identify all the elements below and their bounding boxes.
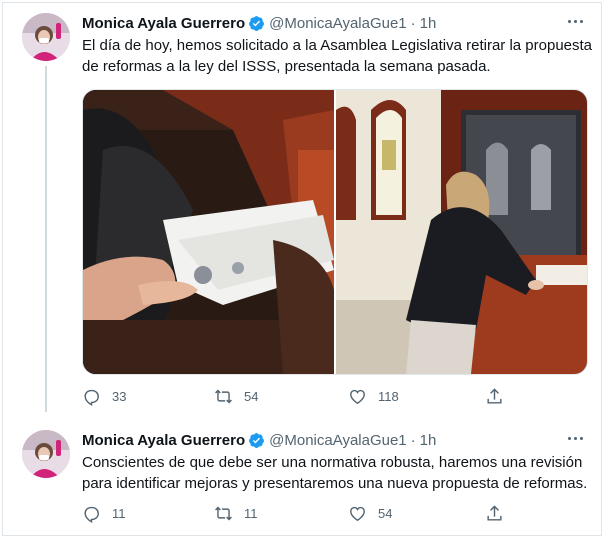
author-name[interactable]: Monica Ayala Guerrero [82,432,245,449]
like-button[interactable]: 118 [348,387,399,406]
like-button[interactable]: 54 [348,504,392,523]
more-options-icon[interactable] [564,429,586,447]
like-count: 54 [378,506,393,521]
tweet-header: Monica Ayala Guerrero @MonicaAyalaGue1 ·… [82,429,436,451]
tweet-media[interactable] [82,89,588,375]
tweet[interactable]: Monica Ayala Guerrero @MonicaAyalaGue1 ·… [0,0,604,420]
thread-line [45,66,47,412]
share-button[interactable] [485,504,515,523]
like-count: 118 [378,389,399,404]
avatar[interactable] [22,430,70,478]
media-photo-window[interactable] [336,90,587,374]
more-options-icon[interactable] [564,12,586,30]
share-icon [487,388,502,404]
retweet-icon [215,389,232,404]
tweet-text: Conscientes de que debe ser una normativ… [82,454,588,492]
author-handle[interactable]: @MonicaAyalaGue1 [269,15,407,32]
separator-dot: · [410,431,416,449]
tweet-actions: 33 54 118 [82,387,512,409]
reply-button[interactable]: 11 [82,504,126,523]
retweet-count: 54 [244,389,259,404]
tweet[interactable]: Monica Ayala Guerrero @MonicaAyalaGue1 ·… [0,420,604,538]
share-button[interactable] [485,387,515,406]
heart-icon [350,389,365,405]
retweet-icon [215,506,232,521]
author-name[interactable]: Monica Ayala Guerrero [82,15,245,32]
tweet-header: Monica Ayala Guerrero @MonicaAyalaGue1 ·… [82,12,436,34]
avatar[interactable] [22,13,70,61]
tweet-actions: 11 11 54 [82,504,512,526]
reply-icon [84,389,99,406]
reply-count: 33 [112,389,127,404]
retweet-button[interactable]: 11 [214,504,258,523]
timestamp[interactable]: 1h [420,432,437,449]
retweet-count: 11 [244,506,258,521]
media-photo-documents[interactable] [83,90,334,374]
reply-button[interactable]: 33 [82,387,126,406]
retweet-button[interactable]: 54 [214,387,258,406]
verified-badge-icon [249,15,265,31]
separator-dot: · [410,14,416,32]
reply-icon [84,506,99,523]
heart-icon [350,506,365,522]
share-icon [487,505,502,521]
reply-count: 11 [112,506,126,521]
timestamp[interactable]: 1h [420,15,437,32]
verified-badge-icon [249,432,265,448]
tweet-text: El día de hoy, hemos solicitado a la Asa… [82,37,593,75]
author-handle[interactable]: @MonicaAyalaGue1 [269,432,407,449]
